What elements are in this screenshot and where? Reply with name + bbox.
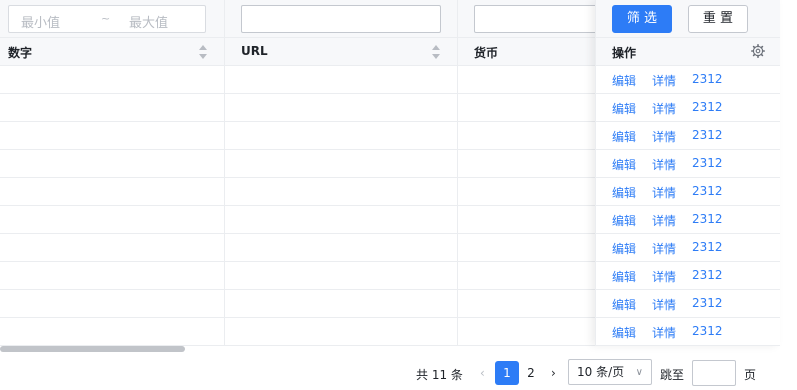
currency-filter-input[interactable]: [474, 5, 604, 33]
edit-link[interactable]: 编辑: [612, 212, 636, 229]
range-separator: ~: [101, 12, 111, 25]
page-item-2[interactable]: 2: [519, 361, 543, 385]
edit-link[interactable]: 编辑: [612, 100, 636, 117]
edit-link[interactable]: 编辑: [612, 184, 636, 201]
filter-actions: 筛 选 重 置: [596, 0, 780, 38]
table-row: [0, 150, 595, 178]
table-row: 编辑 详情 2312: [596, 122, 780, 150]
extra-action-link[interactable]: 2312: [692, 156, 723, 170]
edit-link[interactable]: 编辑: [612, 128, 636, 145]
table-row: [0, 122, 595, 150]
detail-link[interactable]: 详情: [652, 100, 676, 117]
extra-action-link[interactable]: 2312: [692, 324, 723, 338]
detail-link[interactable]: 详情: [652, 268, 676, 285]
extra-action-link[interactable]: 2312: [692, 128, 723, 142]
table-body: [0, 66, 595, 346]
table-row: 编辑 详情 2312: [596, 262, 780, 290]
actions-header: 操作: [596, 38, 780, 66]
edit-link[interactable]: 编辑: [612, 72, 636, 89]
data-table: 最小值 ~ 最大值 数字 URL 货币 筛 选 重 置 操作 编辑 详情 231…: [0, 0, 780, 346]
edit-link[interactable]: 编辑: [612, 324, 636, 341]
extra-action-link[interactable]: 2312: [692, 212, 723, 226]
goto-label: 跳至: [660, 368, 685, 382]
table-row: 编辑 详情 2312: [596, 290, 780, 318]
table-row: 编辑 详情 2312: [596, 206, 780, 234]
column-header-url[interactable]: URL: [241, 44, 268, 58]
detail-link[interactable]: 详情: [652, 128, 676, 145]
column-header-number[interactable]: 数字: [8, 44, 32, 61]
detail-link[interactable]: 详情: [652, 156, 676, 173]
filter-button[interactable]: 筛 选: [612, 5, 672, 33]
extra-action-link[interactable]: 2312: [692, 184, 723, 198]
table-row: [0, 66, 595, 94]
table-row: [0, 290, 595, 318]
page-size-value: 10 条/页: [577, 365, 625, 379]
table-row: [0, 318, 595, 346]
column-header-currency: 货币: [474, 46, 499, 60]
table-row: [0, 206, 595, 234]
table-row: 编辑 详情 2312: [596, 150, 780, 178]
url-filter-input[interactable]: [241, 5, 441, 33]
fixed-actions-column: 筛 选 重 置 操作 编辑 详情 2312 编辑 详情 2312 编辑 详情 2…: [595, 0, 780, 346]
sort-icon[interactable]: [432, 45, 440, 59]
table-row: [0, 178, 595, 206]
edit-link[interactable]: 编辑: [612, 296, 636, 313]
table-row: 编辑 详情 2312: [596, 178, 780, 206]
chevron-left-icon[interactable]: ‹: [480, 366, 485, 380]
edit-link[interactable]: 编辑: [612, 156, 636, 173]
table-row: [0, 234, 595, 262]
edit-link[interactable]: 编辑: [612, 268, 636, 285]
range-min-input[interactable]: 最小值: [21, 12, 60, 31]
chevron-down-icon: ∨: [635, 367, 643, 378]
number-range-filter[interactable]: 最小值 ~ 最大值: [8, 5, 206, 33]
table-row: 编辑 详情 2312: [596, 234, 780, 262]
table-row: [0, 262, 595, 290]
table-row: 编辑 详情 2312: [596, 66, 780, 94]
detail-link[interactable]: 详情: [652, 240, 676, 257]
pagination-total: 共 11 条: [416, 368, 463, 382]
page-item-1[interactable]: 1: [495, 361, 519, 385]
horizontal-scrollbar[interactable]: [0, 346, 185, 352]
extra-action-link[interactable]: 2312: [692, 268, 723, 282]
filter-row: 最小值 ~ 最大值: [0, 0, 604, 38]
detail-link[interactable]: 详情: [652, 324, 676, 341]
table-row: [0, 94, 595, 122]
reset-button[interactable]: 重 置: [688, 5, 748, 33]
column-header-actions: 操作: [612, 46, 637, 60]
table-row: 编辑 详情 2312: [596, 318, 780, 346]
extra-action-link[interactable]: 2312: [692, 72, 723, 86]
header-row: 数字 URL 货币: [0, 38, 595, 66]
extra-action-link[interactable]: 2312: [692, 240, 723, 254]
edit-link[interactable]: 编辑: [612, 240, 636, 257]
extra-action-link[interactable]: 2312: [692, 296, 723, 310]
extra-action-link[interactable]: 2312: [692, 100, 723, 114]
range-max-input[interactable]: 最大值: [129, 12, 168, 31]
gear-icon[interactable]: [751, 44, 765, 58]
detail-link[interactable]: 详情: [652, 72, 676, 89]
goto-page-input[interactable]: [692, 360, 736, 386]
page-size-select[interactable]: 10 条/页 ∨: [568, 359, 652, 385]
chevron-right-icon[interactable]: ›: [551, 366, 556, 380]
page-label: 页: [744, 368, 757, 382]
table-row: 编辑 详情 2312: [596, 94, 780, 122]
detail-link[interactable]: 详情: [652, 184, 676, 201]
detail-link[interactable]: 详情: [652, 212, 676, 229]
actions-body: 编辑 详情 2312 编辑 详情 2312 编辑 详情 2312 编辑 详情 2312 编辑 详情 2312…: [596, 66, 780, 346]
sort-icon[interactable]: [199, 45, 207, 59]
detail-link[interactable]: 详情: [652, 296, 676, 313]
